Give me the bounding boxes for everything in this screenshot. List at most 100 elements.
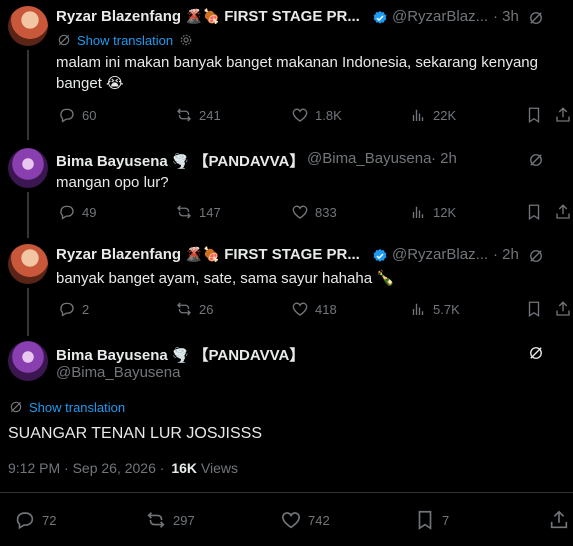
show-translation-row[interactable]: Show translation — [8, 399, 125, 415]
tweet-meta: 9:12 PM · Sep 26, 2026 · 16K Views — [8, 460, 238, 476]
show-translation-link[interactable]: Show translation — [29, 400, 125, 415]
share-button[interactable] — [548, 509, 570, 531]
grok-icon[interactable] — [527, 247, 545, 270]
author-name[interactable]: Bima Bayusena 🌪️ 【PANDAVVA】 — [56, 150, 304, 171]
meat-emoji-icon: 🍖 — [202, 246, 221, 262]
reply-count: 72 — [42, 512, 57, 528]
bookmark-button[interactable] — [525, 203, 543, 221]
repost-count: 297 — [173, 512, 195, 528]
share-icon — [556, 301, 570, 316]
grok-icon[interactable] — [527, 151, 545, 174]
share-button[interactable] — [554, 203, 572, 221]
repost-button[interactable]: 147 — [175, 203, 221, 221]
like-button[interactable]: 418 — [291, 300, 337, 318]
volcano-emoji-icon: 🌋 — [185, 8, 203, 24]
heart-icon — [292, 302, 308, 316]
tweet-text: SUANGAR TENAN LUR JOSJISSS — [8, 425, 262, 442]
views-button[interactable]: 5.7K — [409, 300, 460, 318]
heart-icon — [292, 108, 308, 122]
share-icon — [550, 510, 568, 529]
meat-emoji-icon: 🍖 — [202, 8, 221, 24]
avatar[interactable] — [8, 341, 48, 381]
views-icon — [412, 206, 424, 218]
views-count: 5.7K — [433, 301, 460, 317]
reply-button[interactable]: 49 — [58, 203, 96, 221]
repost-button[interactable]: 241 — [175, 106, 221, 124]
bookmark-count: 7 — [442, 512, 450, 528]
share-button[interactable] — [554, 300, 572, 318]
reply-count: 60 — [82, 107, 97, 123]
bookmark-icon — [418, 510, 432, 530]
like-button[interactable]: 1.8K — [291, 106, 342, 124]
bookmark-icon — [528, 301, 540, 318]
avatar[interactable] — [8, 148, 48, 188]
translate-icon — [58, 34, 70, 46]
views-button[interactable]: 12K — [409, 203, 456, 221]
grok-icon[interactable] — [527, 344, 545, 367]
heart-icon — [292, 205, 308, 219]
like-count: 742 — [308, 512, 330, 528]
gear-icon[interactable] — [179, 33, 193, 47]
bookmark-button[interactable] — [525, 300, 543, 318]
views-count: 12K — [433, 204, 457, 220]
author-name-suffix: 【PANDAVVA】 — [193, 153, 305, 170]
thread-line — [27, 192, 29, 238]
show-translation-row[interactable]: Show translation — [56, 32, 193, 48]
author-display-name: Ryzar Blazenfang — [56, 246, 182, 263]
share-icon — [556, 204, 570, 219]
repost-count: 241 — [199, 107, 221, 123]
tweet-timestamp[interactable]: 9:12 PM · Sep 26, 2026 · — [8, 460, 164, 476]
repost-count: 26 — [199, 301, 214, 317]
author-name[interactable]: Bima Bayusena 🌪️ 【PANDAVVA】 — [56, 344, 304, 365]
reply-count: 49 — [82, 204, 97, 220]
reply-count: 2 — [82, 301, 90, 317]
tweet-time[interactable]: · 2h — [431, 150, 457, 167]
tweet-text: banyak banget ayam, sate, sama sayur hah… — [56, 270, 395, 287]
grok-icon[interactable] — [527, 9, 545, 32]
divider — [0, 492, 573, 493]
author-name-suffix: FIRST STAGE PR... — [224, 8, 360, 25]
like-button[interactable]: 742 — [280, 509, 330, 531]
reply-icon — [60, 205, 74, 220]
tweet-time[interactable]: · 3h — [493, 8, 519, 25]
repost-icon — [177, 205, 191, 219]
tornado-emoji-icon: 🌪️ — [171, 347, 190, 363]
tweet-time[interactable]: · 2h — [493, 246, 519, 263]
bookmark-icon — [528, 204, 540, 221]
share-button[interactable] — [554, 106, 572, 124]
author-display-name: Bima Bayusena — [56, 347, 168, 364]
author-name[interactable]: Ryzar Blazenfang 🌋🍖 FIRST STAGE PR... — [56, 8, 360, 25]
author-handle[interactable]: @RyzarBlaz... — [392, 8, 488, 25]
bookmark-button[interactable] — [525, 106, 543, 124]
avatar[interactable] — [8, 6, 48, 46]
repost-button[interactable]: 26 — [175, 300, 213, 318]
views-button[interactable]: 22K — [409, 106, 456, 124]
like-button[interactable]: 833 — [291, 203, 337, 221]
author-handle[interactable]: @Bima_Bayusena — [307, 150, 431, 167]
views-label: Views — [200, 460, 238, 476]
reply-button[interactable]: 60 — [58, 106, 96, 124]
volcano-emoji-icon: 🌋 — [185, 246, 203, 262]
avatar[interactable] — [8, 244, 48, 284]
like-count: 1.8K — [315, 107, 342, 123]
author-handle[interactable]: @Bima_Bayusena — [56, 364, 180, 381]
tweet-text: mangan opo lur? — [56, 174, 169, 191]
reply-icon — [60, 302, 74, 317]
tornado-emoji-icon: 🌪️ — [171, 153, 190, 169]
repost-icon — [177, 108, 191, 122]
tweet-text: malam ini makan banyak banget makanan In… — [56, 54, 538, 92]
thread-line — [27, 288, 29, 336]
like-count: 418 — [315, 301, 337, 317]
translate-icon — [10, 401, 22, 413]
show-translation-link[interactable]: Show translation — [77, 33, 173, 48]
views-icon — [412, 109, 424, 121]
author-name[interactable]: Ryzar Blazenfang 🌋🍖 FIRST STAGE PR... — [56, 246, 360, 263]
author-display-name: Bima Bayusena — [56, 153, 168, 170]
author-handle[interactable]: @RyzarBlaz... — [392, 246, 488, 263]
repost-icon — [147, 512, 165, 528]
repost-button[interactable]: 297 — [145, 509, 195, 531]
reply-button[interactable]: 72 — [14, 509, 56, 531]
like-count: 833 — [315, 204, 337, 220]
bookmark-button[interactable]: 7 — [414, 509, 449, 531]
reply-button[interactable]: 2 — [58, 300, 89, 318]
